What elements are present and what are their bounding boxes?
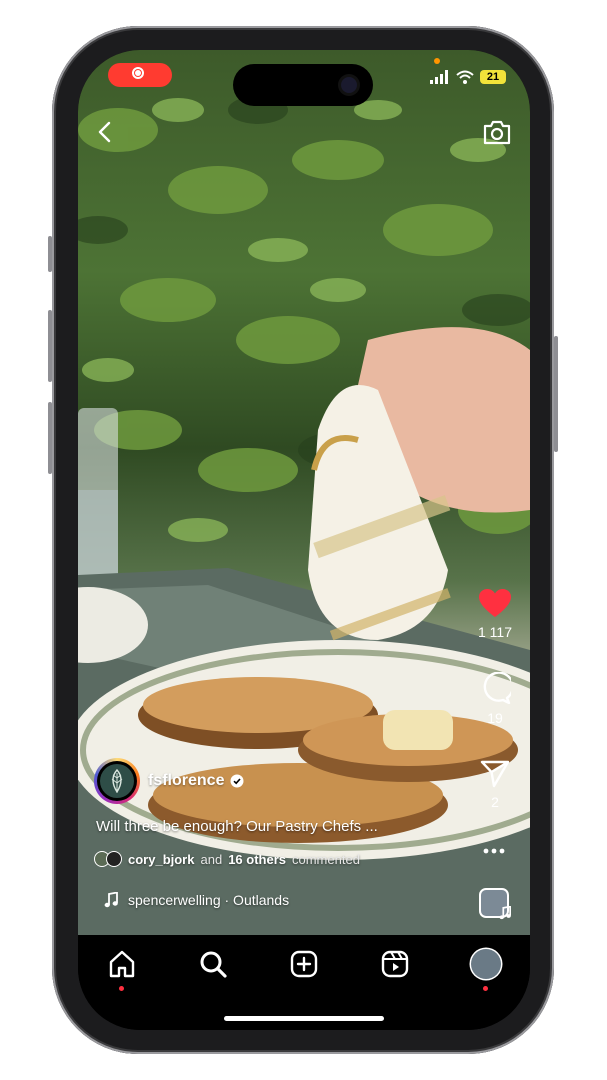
tab-home[interactable]	[104, 946, 140, 982]
avatar-ring-inner	[97, 761, 137, 801]
volume-up-button	[48, 310, 52, 382]
post-caption[interactable]: Will three be enough? Our Pastry Chefs .…	[96, 818, 378, 835]
heart-icon[interactable]	[478, 588, 512, 618]
verified-badge-icon	[230, 774, 244, 788]
music-note-icon	[104, 892, 118, 908]
profile-avatar[interactable]	[471, 949, 501, 979]
avatar-logo	[100, 764, 134, 798]
front-camera	[341, 77, 357, 93]
cellular-signal-icon	[430, 70, 448, 84]
privacy-indicator-dot	[434, 58, 440, 64]
author-avatar[interactable]	[94, 758, 140, 804]
search-icon[interactable]	[198, 949, 228, 979]
share-action[interactable]: 2	[470, 758, 520, 810]
tab-search[interactable]	[195, 946, 231, 982]
audio-track[interactable]: spencerwelling · Outlands	[104, 892, 289, 908]
like-action[interactable]: 1 117	[470, 588, 520, 640]
battery-indicator: 21	[480, 70, 506, 84]
leaf-logo-icon	[111, 769, 123, 793]
commenter-username[interactable]: cory_bjork	[128, 852, 194, 867]
commenters-connector: and	[200, 851, 223, 867]
volume-down-button	[48, 402, 52, 474]
dynamic-island	[233, 64, 373, 106]
audio-thumbnail[interactable]	[479, 888, 511, 920]
tab-create[interactable]	[286, 946, 322, 982]
action-button	[48, 236, 52, 272]
power-button	[554, 336, 558, 452]
home-notification-dot	[119, 986, 124, 991]
profile-notification-dot	[483, 986, 488, 991]
phone-screen: 21 1 117 19 2 fsflorence Will three be e…	[78, 50, 530, 1030]
commenters-others[interactable]: 16 others	[228, 852, 286, 867]
status-bar-right: 21	[430, 68, 506, 86]
tab-reels[interactable]	[377, 946, 413, 982]
more-dots-icon[interactable]	[483, 847, 505, 855]
comment-bubble-icon[interactable]	[479, 672, 511, 704]
wifi-icon	[456, 70, 474, 84]
music-note-icon	[499, 906, 511, 920]
reels-icon[interactable]	[380, 949, 410, 979]
record-dot	[135, 70, 141, 76]
like-count: 1 117	[478, 624, 512, 640]
video-scene	[78, 96, 530, 935]
battery-level: 21	[486, 71, 500, 83]
username-text[interactable]: fsflorence	[148, 772, 224, 790]
plus-square-icon[interactable]	[289, 949, 319, 979]
home-indicator[interactable]	[224, 1016, 384, 1021]
paper-plane-icon[interactable]	[480, 758, 510, 788]
commenters-summary[interactable]: cory_bjork and 16 others commented	[94, 851, 360, 867]
chevron-left-icon[interactable]	[94, 120, 118, 144]
author-username[interactable]: fsflorence	[148, 772, 244, 790]
share-count: 2	[491, 794, 499, 810]
reel-video[interactable]	[78, 50, 530, 935]
screen-recording-indicator[interactable]	[108, 63, 172, 87]
audio-label[interactable]: spencerwelling · Outlands	[128, 892, 289, 908]
comment-count: 19	[487, 710, 503, 726]
commenter-avatar	[106, 851, 122, 867]
commenters-suffix: commented	[292, 851, 360, 867]
commenter-avatars	[94, 851, 122, 867]
comment-action[interactable]: 19	[470, 672, 520, 726]
camera-icon[interactable]	[482, 118, 512, 146]
home-icon[interactable]	[107, 949, 137, 979]
tab-profile[interactable]	[468, 946, 504, 982]
